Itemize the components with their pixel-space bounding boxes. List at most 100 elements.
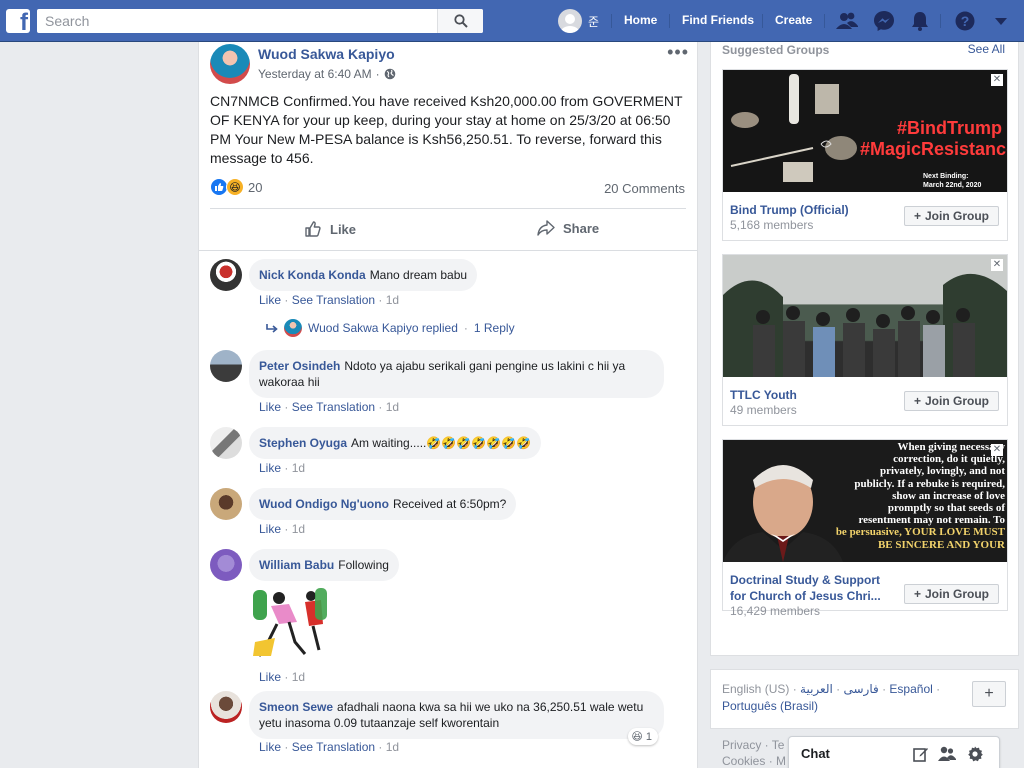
footer-line[interactable]: Cookies · M (722, 753, 786, 768)
find-friends-link[interactable]: Find Friends (682, 13, 754, 27)
chat-tab[interactable]: Chat (788, 736, 1000, 768)
post-options-menu[interactable]: ••• (667, 42, 689, 63)
facebook-logo[interactable]: f (6, 9, 30, 33)
see-translation-link[interactable]: See Translation (292, 740, 375, 754)
group-cover-image[interactable]: #BindTrump #MagicResistance Next Binding… (723, 70, 1007, 192)
language-list: Português (Brasil) (722, 699, 818, 713)
globe-icon[interactable] (384, 68, 396, 80)
comment-like-link[interactable]: Like (259, 400, 281, 414)
new-message-button[interactable] (912, 745, 930, 763)
comment-time[interactable]: 1d (292, 461, 305, 475)
commenter-name[interactable]: William Babu (259, 558, 334, 572)
cover-quote-line: correction, do it quietly, (893, 453, 1005, 466)
add-language-button[interactable]: + (972, 681, 1006, 707)
search-input[interactable] (37, 9, 437, 33)
language-link[interactable]: Español (889, 682, 932, 696)
post-timestamp[interactable]: Yesterday at 6:40 AM (258, 67, 372, 81)
cover-quote-line: privately, lovingly, and not (880, 465, 1005, 478)
comment-like-link[interactable]: Like (259, 293, 281, 307)
commenter-avatar[interactable] (210, 488, 242, 520)
commenter-name[interactable]: Smeon Sewe (259, 700, 333, 714)
friend-requests-button[interactable] (836, 10, 858, 32)
comment-count-link[interactable]: 20 Comments (604, 181, 685, 196)
like-label: Like (330, 221, 357, 237)
cover-quote-line: show an increase of love (892, 489, 1005, 502)
dismiss-group-button[interactable]: ✕ (991, 444, 1003, 456)
see-translation-link[interactable]: See Translation (292, 293, 375, 307)
reactions-summary[interactable]: 😆 20 (210, 178, 262, 196)
commenter-avatar[interactable] (210, 549, 242, 581)
post-text: CN7NMCB Confirmed.You have received Ksh2… (210, 93, 683, 166)
comment-like-link[interactable]: Like (259, 461, 281, 475)
share-arrow-icon (537, 220, 555, 236)
footer-line[interactable]: Privacy · Te (722, 737, 786, 753)
create-group-button[interactable] (938, 745, 956, 763)
comment-like-link[interactable]: Like (259, 670, 281, 684)
post-author-avatar[interactable] (210, 44, 250, 84)
comment-reaction-badge[interactable]: 😆 1 (628, 728, 658, 745)
group-name[interactable]: Doctrinal Study & Support for Church of … (730, 572, 890, 604)
group-photo-graphic (723, 273, 1007, 377)
commenter-name[interactable]: Stephen Oyuga (259, 436, 347, 450)
comment-reaction-count: 1 (645, 730, 652, 743)
commenter-name[interactable]: Peter Osindeh (259, 359, 340, 373)
svg-text:?: ? (961, 13, 970, 29)
compose-icon (913, 748, 928, 762)
group-name[interactable]: Bind Trump (Official) (730, 202, 890, 218)
meta-separator: · (375, 67, 380, 81)
profile-name-link[interactable]: 준 (588, 13, 599, 30)
join-group-button[interactable]: + Join Group (904, 391, 999, 411)
replies-link[interactable]: Wuod Sakwa Kapiyo replied · 1 Reply (266, 319, 515, 337)
share-button[interactable]: Share (537, 220, 599, 236)
language-link[interactable]: فارسی (844, 682, 879, 696)
group-name[interactable]: TTLC Youth (730, 387, 890, 403)
search-button[interactable] (437, 9, 483, 33)
language-link[interactable]: العربية (800, 682, 833, 696)
nav-divider (940, 14, 941, 28)
cover-quote-line: When giving necessary (897, 441, 1005, 453)
comment-like-link[interactable]: Like (259, 522, 281, 536)
comment-time[interactable]: 1d (292, 522, 305, 536)
comment-bubble: Nick Konda Konda Mano dream babu (249, 259, 478, 291)
join-group-button[interactable]: + Join Group (904, 206, 999, 226)
comment-time[interactable]: 1d (386, 400, 399, 414)
commenter-avatar[interactable] (210, 691, 242, 723)
messenger-button[interactable] (873, 10, 895, 32)
like-button[interactable]: Like (304, 220, 356, 238)
dismiss-group-button[interactable]: ✕ (991, 259, 1003, 271)
comment-actions: Like · 1d (259, 461, 306, 475)
comment-time[interactable]: 1d (386, 293, 399, 307)
join-group-button[interactable]: + Join Group (904, 584, 999, 604)
comment-bubble: Stephen Oyuga Am waiting.....🤣🤣🤣🤣🤣🤣🤣 (249, 427, 541, 459)
comment-text: Am waiting.....🤣🤣🤣🤣🤣🤣🤣 (351, 436, 531, 450)
notifications-button[interactable] (909, 10, 931, 32)
group-card: When giving necessary correction, do it … (722, 439, 1008, 618)
home-link[interactable]: Home (624, 13, 657, 27)
chat-label: Chat (801, 746, 830, 761)
comment-time[interactable]: 1d (292, 670, 305, 684)
group-card: ✕ TTLC Youth 49 members + Join Group (722, 254, 1008, 426)
see-all-link[interactable]: See All (968, 42, 1005, 56)
reply-author-avatar (284, 319, 302, 337)
group-cover-image[interactable]: When giving necessary correction, do it … (723, 440, 1007, 562)
commenter-avatar[interactable] (210, 427, 242, 459)
chat-settings-button[interactable] (966, 745, 984, 763)
commenter-avatar[interactable] (210, 350, 242, 382)
dismiss-group-button[interactable]: ✕ (991, 74, 1003, 86)
cover-caption: March 22nd, 2020 (923, 182, 982, 189)
group-cover-image[interactable] (723, 255, 1007, 377)
commenter-avatar[interactable] (210, 259, 242, 291)
commenter-name[interactable]: Nick Konda Konda (259, 268, 366, 282)
help-button[interactable]: ? (954, 10, 976, 32)
language-link[interactable]: Português (Brasil) (722, 699, 818, 713)
profile-avatar[interactable] (558, 9, 582, 33)
account-menu-button[interactable] (990, 10, 1012, 32)
cover-headline: #MagicResistance (860, 139, 1007, 159)
commenter-name[interactable]: Wuod Ondigo Ng'uono (259, 497, 389, 511)
comment-time[interactable]: 1d (386, 740, 399, 754)
comment-text: Following (338, 558, 389, 572)
comment-like-link[interactable]: Like (259, 740, 281, 754)
post-author-name[interactable]: Wuod Sakwa Kapiyo (258, 46, 395, 62)
see-translation-link[interactable]: See Translation (292, 400, 375, 414)
create-link[interactable]: Create (775, 13, 812, 27)
